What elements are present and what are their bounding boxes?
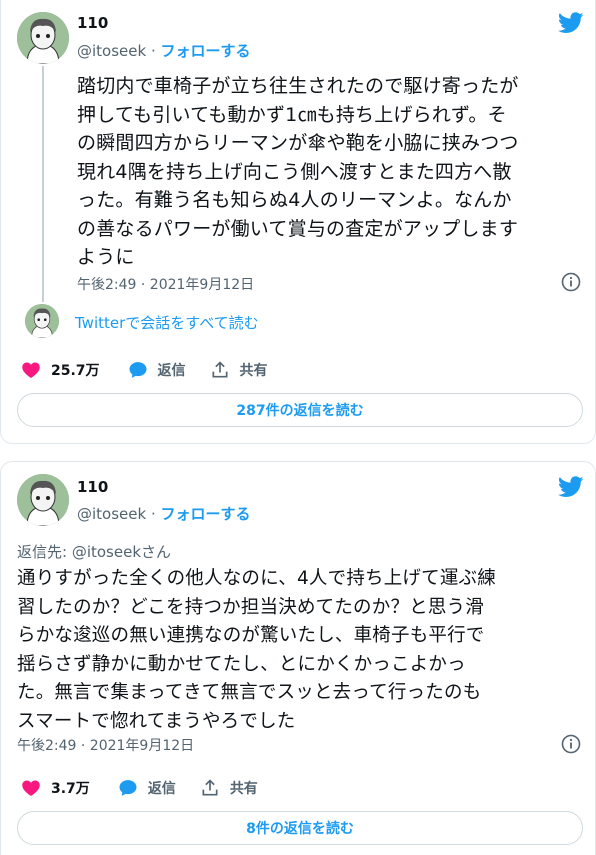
read-replies-button[interactable]: 287件の返信を読む — [17, 393, 583, 427]
tweet-text-line: た。無言で集まってきて無言でスッと去って行ったのも — [17, 682, 482, 703]
like-button[interactable]: 25.7万 — [21, 360, 100, 380]
conversation-link[interactable]: Twitterで会話をすべて読む — [75, 312, 259, 333]
heart-icon — [22, 780, 40, 796]
tweet-text-line: 現れ4隅を持ち上げ向こう側へ渡すとまた四方へ散 — [77, 160, 512, 183]
like-count: 3.7万 — [51, 781, 90, 797]
small-avatar[interactable] — [25, 304, 59, 338]
tweet-card-1: 110 @itoseek · フォローする 踏切内で車椅子が立ち往生されたので駆… — [0, 0, 596, 444]
timestamp[interactable]: 午後2:49 · 2021年9月12日 — [77, 274, 254, 294]
info-icon[interactable] — [561, 734, 581, 754]
share-label: 共有 — [239, 363, 268, 379]
reply-button[interactable]: 返信 — [128, 360, 186, 380]
like-count: 25.7万 — [51, 363, 100, 379]
share-icon — [202, 779, 218, 796]
tweet-text-line: 踏切内で車椅子が立ち往生されたので駆け寄ったが — [77, 75, 519, 97]
handle-line: @itoseek · フォローする — [77, 40, 251, 61]
action-bar: 3.7万 返信 共有 — [21, 778, 282, 798]
comment-icon — [129, 362, 147, 378]
reply-button[interactable]: 返信 — [118, 778, 176, 798]
tweet-text-line: った。有難う名も知らぬ4人のリーマンよ。なんか — [77, 189, 512, 211]
tweet-text-line: スマートで惚れてまうやろでした — [17, 710, 296, 732]
user-handle[interactable]: @itoseek — [77, 505, 146, 523]
reply-to[interactable]: 返信先: @itoseekさん — [17, 541, 171, 562]
tweet-text-line: 揺らさず静かに動かせてたし、とにかくかっこよかっ — [17, 653, 466, 675]
avatar[interactable] — [17, 474, 69, 526]
like-button[interactable]: 3.7万 — [21, 778, 90, 798]
twitter-bird-icon[interactable] — [558, 12, 584, 34]
twitter-bird-icon[interactable] — [558, 476, 584, 498]
tweet-text-line: の善なるパワーが働いて賞与の査定がアップします — [77, 217, 519, 240]
separator: · — [146, 505, 161, 523]
share-label: 共有 — [229, 781, 258, 797]
timestamp[interactable]: 午後2:49 · 2021年9月12日 — [17, 735, 194, 755]
user-name[interactable]: 110 — [77, 478, 108, 496]
share-icon — [212, 361, 228, 378]
avatar[interactable] — [17, 12, 69, 64]
follow-button[interactable]: フォローする — [161, 42, 251, 60]
tweet-text-line: ように — [77, 246, 135, 268]
share-button[interactable]: 共有 — [210, 360, 268, 380]
read-replies-button[interactable]: 8件の返信を読む — [17, 811, 583, 845]
follow-button[interactable]: フォローする — [161, 505, 251, 523]
user-handle[interactable]: @itoseek — [77, 42, 146, 60]
tweet-text-line: の瞬間四方からリーマンが傘や鞄を小脇に挟みつつ — [77, 132, 519, 154]
action-bar: 25.7万 返信 共有 — [21, 360, 292, 380]
separator: · — [146, 42, 161, 60]
user-name[interactable]: 110 — [77, 14, 108, 32]
tweet-text: 踏切内で車椅子が立ち往生されたので駆け寄ったが 押しても引いても動かず1㎝も持ち… — [77, 72, 587, 272]
info-icon[interactable] — [561, 272, 581, 292]
comment-icon — [119, 780, 137, 796]
tweet-text-line: 押しても引いても動かず1㎝も持ち上げられず。そ — [77, 103, 507, 126]
reply-label: 返信 — [147, 781, 176, 797]
reply-label: 返信 — [157, 363, 186, 379]
handle-line: @itoseek · フォローする — [77, 503, 251, 524]
tweet-card-2: 110 @itoseek · フォローする 返信先: @itoseekさん 通り… — [0, 461, 596, 855]
thread-line — [42, 66, 44, 302]
tweet-text-line: 通りすがった全くの他人なのに、4人で持ち上げて運ぶ練 — [17, 568, 496, 589]
share-button[interactable]: 共有 — [200, 778, 258, 798]
tweet-text: 通りすがった全くの他人なのに、4人で持ち上げて運ぶ練 習したのか？どこを持つか担… — [17, 565, 587, 736]
tweet-text-line: らかな逡巡の無い連携なのが驚いたし、車椅子も平行で — [17, 625, 485, 646]
heart-icon — [22, 362, 40, 378]
tweet-text-line: 習したのか？どこを持つか担当決めてたのか？と思う滑 — [17, 596, 484, 618]
